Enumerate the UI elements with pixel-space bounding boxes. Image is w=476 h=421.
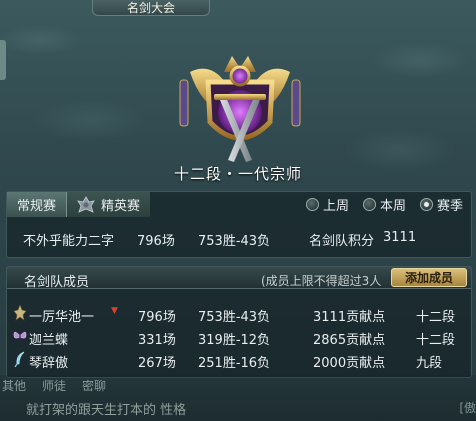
- chat-area: 其他 师徒 密聊 就打架的跟天生打本的 性格 [傲: [0, 375, 476, 421]
- rank-emblem-icon: [179, 56, 301, 162]
- member-record: 753胜-43负: [198, 310, 271, 325]
- butterfly-icon: [13, 331, 27, 341]
- member-row[interactable]: 一厉华池一 ▼ 796场 753胜-43负 3111贡献点 十二段: [7, 303, 471, 325]
- window-title: 名剑大会: [92, 0, 210, 16]
- season-stats-panel: 常规赛 精英赛 上周 本周 赛季 不外乎能力二字 796场 753胜-43负 名…: [6, 191, 472, 258]
- rank-title: 十二段・一代宗师: [173, 165, 302, 183]
- member-name: 一厉华池一: [29, 310, 95, 325]
- chat-message: 就打架的跟天生打本的 性格: [0, 403, 187, 418]
- member-rank: 十二段: [416, 333, 456, 348]
- members-title: 名剑队成员: [24, 275, 90, 290]
- chat-tab-whisper[interactable]: 密聊: [82, 377, 106, 394]
- member-contribution: 2000贡献点: [313, 356, 386, 371]
- team-members-panel: 名剑队成员 (成员上限不得超过3人 添加成员 一厉华池一 ▼ 796场 753胜…: [6, 266, 472, 378]
- side-panel-handle[interactable]: [0, 40, 6, 80]
- radio-icon: [362, 198, 376, 211]
- members-header: 名剑队成员 (成员上限不得超过3人 添加成员: [7, 267, 471, 290]
- chat-tab-other[interactable]: 其他: [2, 377, 26, 394]
- period-last-week-radio[interactable]: 上周: [305, 195, 349, 214]
- period-season-radio[interactable]: 赛季: [419, 195, 463, 214]
- tab-regular-season[interactable]: 常规赛: [7, 192, 68, 217]
- radio-selected-icon: [419, 198, 433, 211]
- member-rank: 九段: [416, 356, 443, 371]
- team-record: 753胜-43负: [198, 234, 271, 249]
- radio-icon: [305, 198, 319, 211]
- member-rank: 十二段: [416, 310, 456, 325]
- tab-label: 精英赛: [101, 199, 141, 214]
- member-contribution: 2865贡献点: [313, 333, 386, 348]
- radio-label: 上周: [322, 199, 349, 214]
- team-score: 3111: [383, 230, 417, 245]
- member-row[interactable]: 迦兰蝶 331场 319胜-12负 2865贡献点 十二段: [7, 326, 471, 348]
- tab-elite-season[interactable]: 精英赛: [67, 192, 151, 217]
- period-this-week-radio[interactable]: 本周: [362, 195, 406, 214]
- member-limit-note: (成员上限不得超过3人: [261, 274, 382, 288]
- chat-tabs: 其他 师徒 密聊: [2, 377, 106, 394]
- radio-label: 赛季: [436, 199, 463, 214]
- add-member-button[interactable]: 添加成员: [391, 268, 467, 287]
- radio-label: 本周: [379, 199, 406, 214]
- member-row[interactable]: 琴辞傲 267场 251胜-16负 2000贡献点 九段: [7, 349, 471, 371]
- member-record: 251胜-16负: [198, 356, 271, 371]
- member-name: 琴辞傲: [29, 356, 69, 371]
- chat-tab-mentor[interactable]: 师徒: [42, 377, 66, 394]
- member-contribution: 3111贡献点: [313, 310, 386, 325]
- member-name: 迦兰蝶: [29, 333, 69, 348]
- member-matches: 267场: [138, 356, 176, 371]
- elite-crest-icon: [77, 195, 95, 213]
- team-score-label: 名剑队积分: [309, 234, 375, 249]
- team-matches: 796场: [137, 234, 175, 249]
- tab-label: 常规赛: [17, 199, 57, 214]
- leader-marker-icon: ▼: [111, 306, 118, 316]
- team-stats-row: 不外乎能力二字 796场 753胜-43负 名剑队积分 3111: [7, 230, 471, 250]
- chat-message-fragment: [傲: [459, 401, 476, 415]
- sword-emblem-icon: [13, 305, 27, 321]
- member-matches: 331场: [138, 333, 176, 348]
- team-name: 不外乎能力二字: [23, 234, 115, 249]
- member-matches: 796场: [138, 310, 176, 325]
- feather-icon: [14, 351, 25, 367]
- member-record: 319胜-12负: [198, 333, 271, 348]
